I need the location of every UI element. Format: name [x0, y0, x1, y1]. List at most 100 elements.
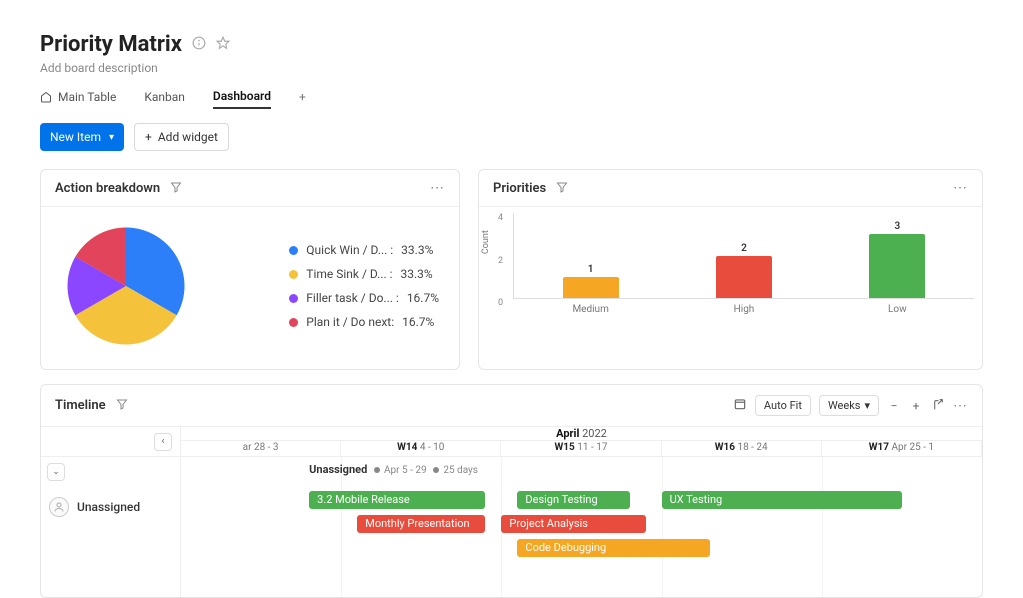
collapse-icon[interactable]: ⌄	[47, 463, 65, 481]
filter-icon[interactable]	[116, 398, 128, 413]
bar-value: 1	[588, 264, 594, 275]
month-bold: April	[556, 427, 579, 440]
autofit-button[interactable]: Auto Fit	[755, 395, 811, 416]
legend-value: 16.7%	[402, 315, 434, 329]
legend-label: Time Sink / D... :	[306, 267, 392, 281]
bar-value: 2	[741, 243, 747, 254]
legend-item: Time Sink / D... : 33.3%	[289, 267, 439, 281]
widget-title: Action breakdown	[55, 181, 160, 196]
week-cell: ar 28 - 3	[181, 441, 341, 456]
y-tick: 0	[498, 298, 503, 308]
legend-dot	[289, 318, 298, 327]
timeline-task[interactable]: 3.2 Mobile Release	[309, 491, 485, 509]
legend-dot	[289, 270, 298, 279]
star-icon[interactable]	[216, 36, 230, 54]
time-unit-label: Weeks	[828, 399, 861, 412]
zoom-out-icon[interactable]: −	[887, 399, 901, 413]
timeline-task[interactable]: UX Testing	[662, 491, 902, 509]
summary-range: Apr 5 - 29	[384, 465, 427, 476]
month-year: 2022	[579, 427, 606, 440]
timeline-lanes: Unassigned Apr 5 - 29 25 days 3.2 Mobile…	[181, 457, 982, 597]
page-title: Priority Matrix	[40, 32, 182, 57]
bar-category: Low	[888, 304, 907, 315]
view-tabs: Main Table Kanban Dashboard +	[40, 85, 983, 109]
bar-value: 3	[894, 221, 900, 232]
legend-label: Quick Win / D... :	[306, 243, 393, 257]
today-icon[interactable]	[733, 397, 747, 414]
legend-value: 33.3%	[401, 243, 433, 257]
legend-value: 16.7%	[407, 291, 439, 305]
week-cell: W16 18 - 24	[662, 441, 822, 456]
export-icon[interactable]	[931, 398, 945, 414]
bar-category: High	[734, 304, 755, 315]
timeline-task[interactable]: Design Testing	[517, 491, 629, 509]
group-name: Unassigned	[77, 500, 140, 514]
new-item-label: New Item	[50, 130, 101, 144]
new-item-button[interactable]: New Item ▾	[40, 123, 124, 151]
legend-item: Filler task / Do... : 16.7%	[289, 291, 439, 305]
more-icon[interactable]: ⋯	[953, 398, 968, 414]
timeline-widget: Timeline Auto Fit Weeks ▾ − +	[40, 384, 983, 598]
chevron-down-icon: ▾	[864, 399, 870, 412]
more-icon[interactable]: ⋯	[953, 180, 968, 196]
legend-label: Plan it / Do next:	[306, 315, 394, 329]
tab-label: Dashboard	[213, 89, 271, 103]
bar[interactable]	[869, 234, 925, 298]
legend-dot	[289, 246, 298, 255]
legend-value: 33.3%	[401, 267, 433, 281]
legend-label: Filler task / Do... :	[306, 291, 399, 305]
bar[interactable]	[563, 277, 619, 298]
week-cell: W15 11 - 17	[501, 441, 661, 456]
autofit-label: Auto Fit	[764, 399, 802, 412]
bar[interactable]	[716, 256, 772, 299]
widget-title: Priorities	[493, 181, 546, 196]
y-tick: 4	[498, 213, 503, 223]
summary-days: 25 days	[443, 465, 478, 476]
action-breakdown-widget: Action breakdown ⋯	[40, 169, 460, 370]
info-icon[interactable]	[192, 36, 206, 54]
timeline-task[interactable]: Code Debugging	[517, 539, 709, 557]
bar-chart: 0 2 4 1Medium2High3Low	[513, 213, 974, 299]
legend-item: Plan it / Do next: 16.7%	[289, 315, 439, 329]
timeline-task[interactable]: Project Analysis	[501, 515, 645, 533]
priorities-widget: Priorities ⋯ Count 0 2 4 1Medium2High3Lo…	[478, 169, 983, 370]
filter-icon[interactable]	[170, 181, 182, 196]
more-icon[interactable]: ⋯	[430, 180, 445, 196]
home-icon	[40, 91, 52, 103]
week-cell: W17 Apr 25 - 1	[822, 441, 982, 456]
timeline-group[interactable]: Unassigned	[41, 487, 180, 527]
timeline-task[interactable]: Monthly Presentation	[357, 515, 485, 533]
week-cell: W14 4 - 10	[341, 441, 501, 456]
summary-name: Unassigned	[309, 463, 367, 476]
zoom-in-icon[interactable]: +	[909, 399, 923, 413]
week-header: ar 28 - 3W14 4 - 10W15 11 - 17W16 18 - 2…	[181, 441, 982, 457]
pie-legend: Quick Win / D... : 33.3% Time Sink / D..…	[289, 243, 439, 329]
tab-label: Kanban	[144, 90, 185, 104]
prev-icon[interactable]: ‹	[154, 433, 172, 451]
filter-icon[interactable]	[556, 181, 568, 196]
widget-title: Timeline	[55, 398, 106, 413]
tab-kanban[interactable]: Kanban	[144, 86, 185, 108]
plus-icon: +	[145, 130, 152, 144]
bar-category: Medium	[572, 304, 608, 315]
tab-main-table[interactable]: Main Table	[40, 86, 116, 108]
y-axis-label: Count	[481, 230, 491, 254]
tab-label: Main Table	[58, 90, 116, 104]
tab-dashboard[interactable]: Dashboard	[213, 85, 271, 109]
pie-chart	[61, 221, 191, 351]
legend-dot	[289, 294, 298, 303]
add-widget-button[interactable]: + Add widget	[134, 123, 229, 151]
group-summary: Unassigned Apr 5 - 29 25 days	[309, 463, 478, 476]
add-widget-label: Add widget	[158, 130, 218, 144]
bar-column: 1Medium	[551, 213, 631, 298]
y-tick: 2	[498, 256, 503, 266]
add-view-button[interactable]: +	[299, 90, 306, 104]
bar-column: 2High	[704, 213, 784, 298]
board-description[interactable]: Add board description	[40, 61, 983, 75]
avatar	[49, 497, 69, 517]
time-unit-select[interactable]: Weeks ▾	[819, 395, 879, 416]
bar-column: 3Low	[857, 213, 937, 298]
month-header: April 2022	[181, 427, 982, 441]
chevron-down-icon: ▾	[109, 132, 114, 143]
legend-item: Quick Win / D... : 33.3%	[289, 243, 439, 257]
